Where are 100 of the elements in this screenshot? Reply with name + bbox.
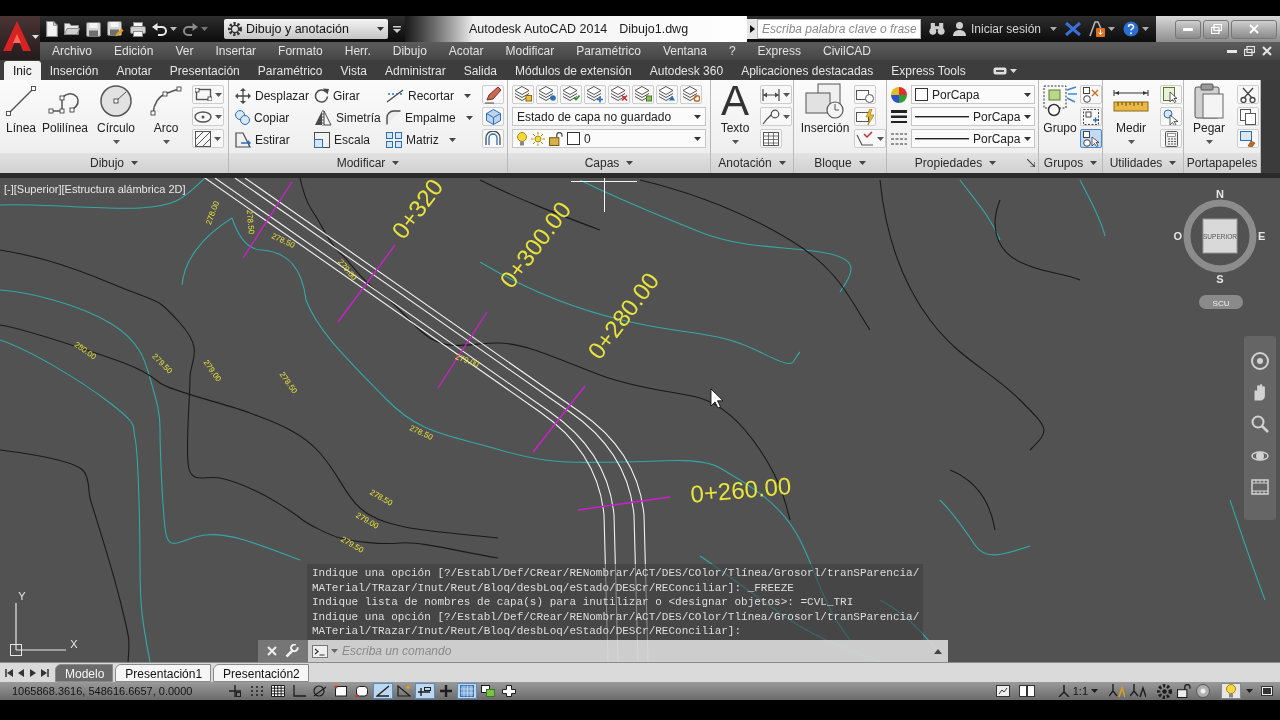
cut-button[interactable] bbox=[1237, 85, 1259, 104]
ribbon-tab[interactable]: Paramétrico bbox=[248, 61, 332, 80]
paste-button[interactable]: Pegar bbox=[1187, 84, 1231, 152]
menu-item[interactable]: Formato bbox=[267, 42, 334, 60]
menu-item[interactable]: ? bbox=[717, 42, 747, 60]
menu-item[interactable]: Acotar bbox=[437, 42, 495, 60]
ribbon-tab[interactable]: Presentación bbox=[160, 61, 249, 80]
group-button[interactable]: Grupo bbox=[1041, 84, 1079, 152]
ungroup-button[interactable] bbox=[1080, 85, 1102, 104]
layout-tab[interactable]: Modelo bbox=[55, 663, 114, 682]
viewport-control[interactable]: [Estructura alámbrica 2D] bbox=[61, 183, 186, 196]
save-button[interactable] bbox=[86, 19, 101, 39]
print-button[interactable] bbox=[130, 19, 146, 39]
text-button[interactable]: A Texto bbox=[713, 84, 757, 152]
layer-dropdown[interactable]: 0 bbox=[512, 129, 706, 148]
status-toggle[interactable] bbox=[373, 683, 393, 699]
rectangle-button[interactable] bbox=[192, 85, 224, 104]
layer-tool-button[interactable] bbox=[680, 85, 702, 104]
viewport-control[interactable]: [Superior] bbox=[13, 183, 62, 196]
status-toggle[interactable] bbox=[415, 683, 435, 699]
color-dropdown[interactable]: PorCapa bbox=[911, 85, 1035, 104]
ring-dot-icon[interactable] bbox=[1251, 352, 1269, 370]
leader-button[interactable] bbox=[760, 107, 792, 126]
new-button[interactable] bbox=[46, 19, 58, 39]
exchange-button[interactable] bbox=[1065, 19, 1082, 39]
panel-title-button[interactable]: Anotación bbox=[711, 153, 793, 173]
save-as-button[interactable] bbox=[107, 19, 124, 39]
last-tab-button[interactable] bbox=[41, 668, 49, 677]
trim-button[interactable]: Recortar bbox=[386, 86, 471, 105]
hatch-button[interactable] bbox=[192, 129, 224, 148]
minimize-button[interactable] bbox=[1175, 19, 1201, 39]
search-field[interactable]: Escriba palabra clave o frase bbox=[757, 19, 921, 39]
status-toggle[interactable] bbox=[268, 683, 288, 699]
menu-item[interactable]: Herr. bbox=[333, 42, 382, 60]
status-toggle[interactable] bbox=[394, 683, 414, 699]
polyline-button[interactable]: Polilínea bbox=[40, 84, 90, 152]
menu-item[interactable]: Archivo bbox=[41, 42, 103, 60]
compass-letter[interactable]: N bbox=[1216, 188, 1224, 200]
panel-title-button[interactable]: Utilidades bbox=[1103, 153, 1183, 173]
rotate-button[interactable]: Girar bbox=[314, 86, 360, 105]
match-properties-button[interactable] bbox=[1237, 129, 1259, 148]
command-prompt-button[interactable] bbox=[312, 642, 338, 660]
command-line-field[interactable]: Escriba un comando bbox=[308, 640, 948, 662]
panel-title-button[interactable]: Dibujo bbox=[0, 153, 228, 173]
menu-item[interactable]: Express bbox=[746, 42, 812, 60]
edit-block-button[interactable] bbox=[854, 107, 876, 126]
copy-clip-button[interactable] bbox=[1237, 107, 1259, 126]
layer-tool-button[interactable] bbox=[632, 85, 654, 104]
scale-button[interactable]: Escala bbox=[314, 130, 371, 149]
annotation-scale-button[interactable]: 1:1 bbox=[1057, 683, 1098, 699]
dialog-launcher-button[interactable] bbox=[1024, 153, 1038, 173]
ribbon-tab[interactable]: Administrar bbox=[375, 61, 455, 80]
apps-button[interactable] bbox=[1089, 19, 1116, 39]
compass-letter[interactable]: S bbox=[1216, 273, 1224, 285]
menu-item[interactable]: Ventana bbox=[651, 42, 718, 60]
document-restore-button[interactable] bbox=[1244, 46, 1255, 56]
layout-tab[interactable]: Presentación1 bbox=[115, 663, 212, 682]
status-menu-button[interactable] bbox=[1246, 689, 1253, 693]
layer-state-dropdown[interactable]: Estado de capa no guardado bbox=[512, 107, 706, 126]
menu-item[interactable]: Edición bbox=[103, 42, 165, 60]
menu-item[interactable]: Ver bbox=[164, 42, 205, 60]
layer-tool-button[interactable] bbox=[536, 85, 558, 104]
status-toggle[interactable] bbox=[499, 683, 519, 699]
clean-screen-button[interactable] bbox=[1258, 683, 1276, 699]
model-space-button[interactable] bbox=[993, 683, 1012, 699]
dimension-button[interactable] bbox=[760, 85, 792, 104]
status-toggle[interactable] bbox=[478, 683, 498, 699]
document-close-button[interactable] bbox=[1262, 46, 1272, 56]
erase-button[interactable] bbox=[482, 85, 504, 104]
lineweight-dropdown[interactable]: PorCapa bbox=[911, 107, 1035, 126]
ellipse-button[interactable] bbox=[192, 107, 224, 126]
stretch-button[interactable]: Estirar bbox=[235, 130, 290, 149]
mirror-button[interactable]: Simetría bbox=[314, 108, 381, 127]
ribbon-tab[interactable]: Express Tools bbox=[882, 61, 975, 80]
workspace-button[interactable] bbox=[1157, 683, 1172, 699]
autoscale-button[interactable] bbox=[1130, 684, 1146, 698]
customize-command-button[interactable] bbox=[285, 644, 299, 658]
help-button[interactable] bbox=[1123, 19, 1150, 39]
ribbon-tab[interactable]: Inserción bbox=[40, 61, 108, 80]
menu-item[interactable]: Dibujo bbox=[381, 42, 438, 60]
layout-tab[interactable]: Presentación2 bbox=[213, 663, 309, 682]
explode-button[interactable] bbox=[482, 107, 504, 126]
line-button[interactable]: Línea bbox=[2, 84, 40, 152]
sign-in-button[interactable]: Iniciar sesión bbox=[953, 19, 1058, 39]
table-button[interactable] bbox=[760, 129, 782, 148]
command-history-button[interactable] bbox=[934, 648, 942, 654]
ribbon-tab[interactable]: Aplicaciones destacadas bbox=[732, 61, 883, 80]
layer-tool-button[interactable] bbox=[584, 85, 606, 104]
layer-tool-button[interactable] bbox=[608, 85, 630, 104]
lock-button[interactable] bbox=[1177, 684, 1191, 698]
search-expand-button[interactable] bbox=[747, 19, 757, 39]
ribbon-tab[interactable]: Anotar bbox=[107, 61, 161, 80]
ribbon-tab[interactable]: Vista bbox=[331, 61, 376, 80]
workspace-dropdown[interactable]: Dibujo y anotación bbox=[224, 19, 388, 39]
compass-ring[interactable] bbox=[1183, 199, 1257, 273]
isolate-objects-button[interactable] bbox=[1221, 683, 1241, 699]
close-command-line-button[interactable] bbox=[267, 646, 277, 656]
close-button[interactable] bbox=[1231, 19, 1277, 39]
circle-button[interactable]: Círculo bbox=[90, 84, 142, 152]
panel-title-button[interactable]: Modificar bbox=[229, 153, 507, 173]
